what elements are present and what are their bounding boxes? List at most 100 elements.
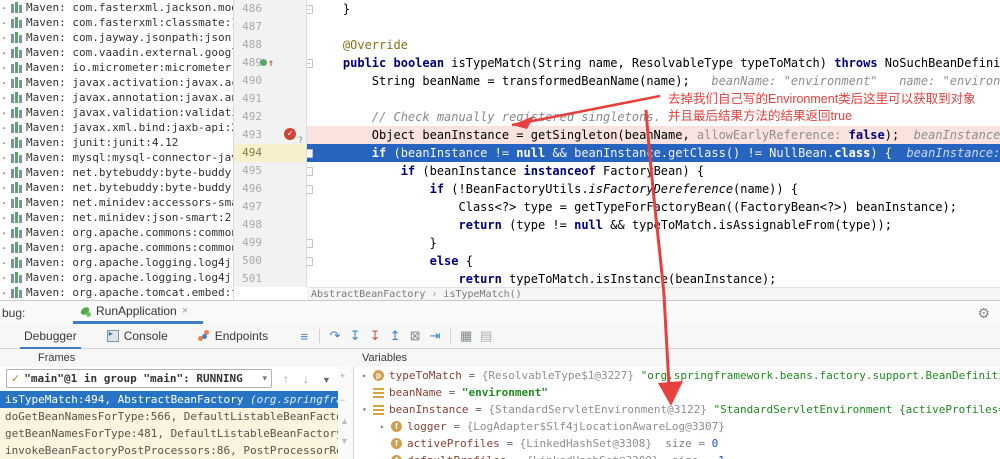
gutter-line-491[interactable]: 491 <box>234 90 306 108</box>
hamburger-menu-icon[interactable]: ≡ <box>294 329 314 344</box>
stack-frame-row[interactable]: getBeanNamesForType:481, DefaultListable… <box>0 425 338 442</box>
tree-item-maven-library[interactable]: ▸ Maven: org.apache.logging.log4j:log4 <box>0 270 233 285</box>
filter-funnel-icon[interactable]: ▼ <box>322 375 331 385</box>
editor-code-area[interactable]: − } @Override − public boolean isTypeMatc… <box>307 0 1000 287</box>
run-to-cursor-icon[interactable]: ⇥ <box>425 328 445 344</box>
frame-up-icon[interactable]: ↑ <box>283 372 289 386</box>
fold-marker-icon[interactable] <box>307 239 313 248</box>
stack-frame-row[interactable]: isTypeMatch:494, AbstractBeanFactory (or… <box>0 391 338 408</box>
gutter-line-487[interactable]: 487 <box>234 18 306 36</box>
code-line-501[interactable]: return typeToMatch.isInstance(beanInstan… <box>307 270 1000 287</box>
frame-down-icon[interactable]: ↓ <box>303 372 309 386</box>
fold-marker-icon[interactable] <box>307 257 313 266</box>
tree-item-maven-library[interactable]: ▸ Maven: javax.validation:validation-a <box>0 105 233 120</box>
breadcrumb-class[interactable]: AbstractBeanFactory <box>311 289 425 300</box>
tree-chevron-icon[interactable]: ▸ <box>0 229 9 237</box>
tree-chevron-icon[interactable]: ▸ <box>0 169 9 177</box>
breadcrumb-method[interactable]: isTypeMatch() <box>443 289 521 300</box>
tree-item-maven-library[interactable]: ▸ Maven: net.bytebuddy:byte-buddy:1.9. <box>0 165 233 180</box>
tree-chevron-icon[interactable]: ▸ <box>0 184 9 192</box>
editor-gutter[interactable]: 486 487 488 489 ↑ 490 491 492 493 ✓? 494 495 496 497 4… <box>234 0 307 287</box>
variable-row-beanInstance[interactable]: ▾ beanInstance = {StandardServletEnvironm… <box>354 401 1000 418</box>
tree-item-maven-library[interactable]: ▸ Maven: net.minidev:json-smart:2.3 <box>0 210 233 225</box>
tree-item-maven-library[interactable]: ▸ Maven: org.apache.commons:commons-la <box>0 240 233 255</box>
gutter-line-501[interactable]: 501 <box>234 270 306 288</box>
stack-frame-row[interactable]: doGetBeanNamesForType:566, DefaultListab… <box>0 408 338 425</box>
gutter-line-498[interactable]: 498 <box>234 216 306 234</box>
breakpoint-icon[interactable]: ✓ <box>284 128 296 140</box>
tree-chevron-icon[interactable]: ▸ <box>0 19 9 27</box>
fold-marker-icon[interactable] <box>307 149 313 158</box>
scroll-down-icon[interactable]: ▼ <box>340 436 349 446</box>
tree-item-maven-library[interactable]: ▸ Maven: junit:junit:4.12 <box>0 135 233 150</box>
code-line-500[interactable]: else { <box>307 252 1000 270</box>
tree-chevron-icon[interactable]: ▸ <box>0 154 9 162</box>
code-line-497[interactable]: Class<?> type = getTypeForFactoryBean((F… <box>307 198 1000 216</box>
close-icon[interactable]: × <box>182 305 188 317</box>
fold-marker-icon[interactable]: − <box>307 5 313 14</box>
gutter-line-490[interactable]: 490 <box>234 72 306 90</box>
tree-chevron-icon[interactable]: ▸ <box>0 49 9 57</box>
tree-item-maven-library[interactable]: ▸ Maven: com.fasterxml.jackson.module: <box>0 0 233 15</box>
tree-chevron-icon[interactable]: ▸ <box>0 4 9 12</box>
tree-chevron-icon[interactable]: ▸ <box>0 244 9 252</box>
expander-icon[interactable]: ▸ <box>362 371 373 380</box>
gutter-line-493[interactable]: 493 ✓? <box>234 126 306 146</box>
code-line-489[interactable]: − public boolean isTypeMatch(String name… <box>307 54 1000 72</box>
layout-settings-icon[interactable]: ▤ <box>476 328 496 344</box>
variable-row-activeProfiles[interactable]: f activeProfiles = {LinkedHashSet@3308} s… <box>354 435 1000 452</box>
tree-item-maven-library[interactable]: ▸ Maven: javax.activation:javax.activa <box>0 75 233 90</box>
gutter-line-489[interactable]: 489 ↑ <box>234 54 306 72</box>
tree-item-maven-library[interactable]: ▸ Maven: net.bytebuddy:byte-buddy-ager <box>0 180 233 195</box>
gutter-line-495[interactable]: 495 <box>234 162 306 180</box>
code-line-488[interactable]: @Override <box>307 36 1000 54</box>
tree-item-maven-library[interactable]: ▸ Maven: mysql:mysql-connector-java:5. <box>0 150 233 165</box>
plus-icon[interactable]: + <box>340 371 345 381</box>
gutter-line-486[interactable]: 486 <box>234 0 306 18</box>
variable-row-beanName[interactable]: beanName = "environment" <box>354 384 1000 401</box>
tree-item-maven-library[interactable]: ▸ Maven: org.apache.commons:commons-la <box>0 225 233 240</box>
tree-chevron-icon[interactable]: ▸ <box>0 289 9 297</box>
tree-item-maven-library[interactable]: ▸ Maven: com.vaadin.external.google:an <box>0 45 233 60</box>
tree-chevron-icon[interactable]: ▸ <box>0 274 9 282</box>
tree-item-maven-library[interactable]: ▸ Maven: net.minidev:accessors-smart:1 <box>0 195 233 210</box>
variable-row-typeToMatch[interactable]: ▸ p typeToMatch = {ResolvableType$1@3227} … <box>354 367 1000 384</box>
expander-icon[interactable]: ▾ <box>362 405 373 414</box>
gutter-line-494[interactable]: 494 <box>234 144 306 162</box>
gutter-line-496[interactable]: 496 <box>234 180 306 198</box>
gutter-line-492[interactable]: 492 <box>234 108 306 126</box>
variable-row-defaultProfiles[interactable]: ▸fdefaultProfiles = {LinkedHashSet@3309}… <box>354 452 1000 459</box>
tree-item-maven-library[interactable]: ▸ Maven: com.fasterxml:classmate:1.4.0 <box>0 15 233 30</box>
step-into-icon[interactable]: ↧ <box>345 328 365 344</box>
fold-marker-icon[interactable] <box>307 185 313 194</box>
tree-item-maven-library[interactable]: ▸ Maven: com.jayway.jsonpath:json-path <box>0 30 233 45</box>
code-line-487[interactable] <box>307 18 1000 36</box>
code-line-496[interactable]: if (!BeanFactoryUtils.isFactoryDereferen… <box>307 180 1000 198</box>
tree-chevron-icon[interactable]: ▸ <box>0 214 9 222</box>
evaluate-expression-icon[interactable]: ▦ <box>456 328 476 344</box>
fold-marker-icon[interactable] <box>307 167 313 176</box>
drop-frame-icon[interactable]: ⊠ <box>405 328 425 344</box>
code-line-495[interactable]: if (beanInstance instanceof FactoryBean)… <box>307 162 1000 180</box>
tree-chevron-icon[interactable]: ▸ <box>0 79 9 87</box>
gutter-line-488[interactable]: 488 <box>234 36 306 54</box>
tree-chevron-icon[interactable]: ▸ <box>0 199 9 207</box>
code-line-499[interactable]: } <box>307 234 1000 252</box>
stack-frame-row[interactable]: invokeBeanFactoryPostProcessors:86, Post… <box>0 442 338 459</box>
code-line-486[interactable]: − } <box>307 0 1000 18</box>
tree-chevron-icon[interactable]: ▸ <box>0 34 9 42</box>
tab-debugger[interactable]: Debugger <box>20 325 81 347</box>
tree-chevron-icon[interactable]: ▸ <box>0 94 9 102</box>
fold-marker-icon[interactable]: − <box>307 59 313 68</box>
tree-chevron-icon[interactable]: ▸ <box>0 259 9 267</box>
tab-console[interactable]: Console <box>103 325 172 347</box>
step-out-icon[interactable]: ↥ <box>385 328 405 344</box>
frames-scroll-strip[interactable]: + − ▲ ▼ <box>338 367 353 459</box>
tree-item-maven-library[interactable]: ▸ Maven: javax.xml.bind:jaxb-api:2.3.1 <box>0 120 233 135</box>
thread-dropdown[interactable]: ✓ "main"@1 in group "main": RUNNING ▾ <box>6 369 272 388</box>
tab-endpoints[interactable]: Endpoints <box>194 325 272 347</box>
tree-chevron-icon[interactable]: ▸ <box>0 124 9 132</box>
override-method-icon[interactable] <box>260 59 267 66</box>
tree-item-maven-library[interactable]: ▸ Maven: javax.annotation:javax.annota <box>0 90 233 105</box>
session-tab-runapplication[interactable]: RunApplication × <box>73 301 194 321</box>
